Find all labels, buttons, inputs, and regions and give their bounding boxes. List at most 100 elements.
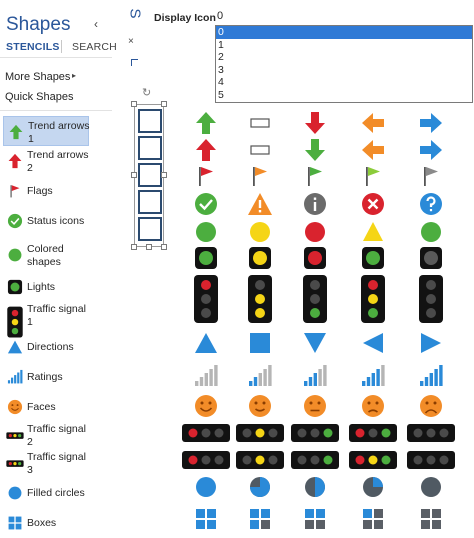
stencil-item[interactable]: Status icons bbox=[3, 206, 89, 236]
flag-gray-icon[interactable] bbox=[417, 162, 445, 190]
stencil-item[interactable]: Trend arrows 2 bbox=[3, 146, 89, 176]
light-red-icon[interactable] bbox=[301, 244, 329, 272]
flag-orange-icon[interactable] bbox=[246, 162, 274, 190]
signal-v-red-icon[interactable] bbox=[192, 274, 220, 324]
arrow-up-red-icon[interactable] bbox=[192, 136, 220, 164]
triangle-up-blue-icon[interactable] bbox=[192, 329, 220, 357]
signal-v-yellow-icon[interactable] bbox=[246, 274, 274, 324]
status-help-blue-icon[interactable] bbox=[417, 190, 445, 218]
flag-green-icon[interactable] bbox=[301, 162, 329, 190]
selected-shape-stack[interactable] bbox=[134, 104, 164, 247]
resize-handle[interactable] bbox=[131, 244, 137, 250]
boxes-0-icon[interactable] bbox=[417, 505, 445, 533]
face-upset-icon[interactable] bbox=[417, 392, 445, 420]
ratings-3-icon[interactable] bbox=[359, 362, 387, 390]
triangle-down-blue-icon[interactable] bbox=[301, 329, 329, 357]
resize-handle[interactable] bbox=[146, 244, 152, 250]
arrow-down-green-icon[interactable] bbox=[301, 136, 329, 164]
stencil-item[interactable]: Lights bbox=[3, 272, 89, 302]
stencil-item[interactable]: Traffic signal 2 bbox=[3, 420, 89, 450]
dropdown-option[interactable]: 4 bbox=[216, 76, 472, 89]
resize-handle[interactable] bbox=[131, 172, 137, 178]
light-yellow-icon[interactable] bbox=[246, 244, 274, 272]
quick-shapes-link[interactable]: Quick Shapes bbox=[5, 91, 73, 103]
stencil-item[interactable]: Ratings bbox=[3, 362, 89, 392]
light-gray-icon[interactable] bbox=[417, 244, 445, 272]
circle-yellow-icon[interactable] bbox=[246, 218, 274, 246]
signal-h-red-icon[interactable] bbox=[181, 450, 231, 470]
tab-stencils[interactable]: STENCILS bbox=[6, 41, 60, 53]
pie-100-icon[interactable] bbox=[192, 473, 220, 501]
resize-handle[interactable] bbox=[131, 101, 137, 107]
arrow-left-orange-icon[interactable] bbox=[359, 136, 387, 164]
dropdown-option[interactable]: 1 bbox=[216, 39, 472, 52]
close-icon[interactable]: × bbox=[128, 36, 134, 47]
ratings-1-icon[interactable] bbox=[246, 362, 274, 390]
boxes-1-icon[interactable] bbox=[359, 505, 387, 533]
arrow-right-blue-icon[interactable] bbox=[417, 109, 445, 137]
arrow-left-orange-icon[interactable] bbox=[359, 109, 387, 137]
flag-lightgreen-icon[interactable] bbox=[359, 162, 387, 190]
face-neutral-icon[interactable] bbox=[301, 392, 329, 420]
signal-v-ryg-icon[interactable] bbox=[359, 274, 387, 324]
stencil-item[interactable]: Directions bbox=[3, 332, 89, 362]
resize-handle[interactable] bbox=[161, 244, 167, 250]
stencil-item[interactable]: Flags bbox=[3, 176, 89, 206]
rect-outline-icon[interactable] bbox=[246, 136, 274, 164]
display-icon-value[interactable]: 0 bbox=[217, 10, 223, 22]
dropdown-option[interactable]: 0 bbox=[216, 26, 472, 39]
pie-75-icon[interactable] bbox=[246, 473, 274, 501]
square-blue-icon[interactable] bbox=[246, 329, 274, 357]
status-check-green-icon[interactable] bbox=[192, 190, 220, 218]
signal-h-off-icon[interactable] bbox=[406, 423, 456, 443]
stencil-item[interactable]: Traffic signal 1 bbox=[3, 300, 89, 338]
flag-red-icon[interactable] bbox=[192, 162, 220, 190]
dropdown-option[interactable]: 3 bbox=[216, 64, 472, 77]
triangle-yellow-icon[interactable] bbox=[359, 218, 387, 246]
display-icon-dropdown[interactable]: 012345 bbox=[215, 25, 473, 103]
signal-h-red-icon[interactable] bbox=[181, 423, 231, 443]
signal-h-green-icon[interactable] bbox=[290, 450, 340, 470]
tab-search[interactable]: SEARCH bbox=[72, 41, 117, 53]
rect-outline-icon[interactable] bbox=[246, 109, 274, 137]
light-green-icon[interactable] bbox=[192, 244, 220, 272]
dropdown-option[interactable]: 5 bbox=[216, 89, 472, 102]
resize-handle[interactable] bbox=[161, 101, 167, 107]
signal-v-off-icon[interactable] bbox=[417, 274, 445, 324]
boxes-3-icon[interactable] bbox=[246, 505, 274, 533]
stencil-item[interactable]: Boxes bbox=[3, 508, 89, 538]
triangle-left-blue-icon[interactable] bbox=[359, 329, 387, 357]
boxes-2-icon[interactable] bbox=[301, 505, 329, 533]
dropdown-option[interactable]: 2 bbox=[216, 51, 472, 64]
shapes-strip-icon[interactable]: S bbox=[127, 8, 144, 18]
pie-25-icon[interactable] bbox=[359, 473, 387, 501]
more-shapes-menu[interactable]: More Shapes bbox=[5, 71, 70, 83]
pie-50-icon[interactable] bbox=[301, 473, 329, 501]
signal-h-rg-icon[interactable] bbox=[348, 423, 398, 443]
ratings-0-icon[interactable] bbox=[192, 362, 220, 390]
stencil-item[interactable]: Trend arrows 1 bbox=[3, 116, 89, 146]
status-info-gray-icon[interactable] bbox=[301, 190, 329, 218]
light-green-icon[interactable] bbox=[359, 244, 387, 272]
circle-red-icon[interactable] bbox=[301, 218, 329, 246]
signal-h-ryg-icon[interactable] bbox=[348, 450, 398, 470]
signal-v-green-icon[interactable] bbox=[301, 274, 329, 324]
pie-0-icon[interactable] bbox=[417, 473, 445, 501]
rotate-handle-icon[interactable]: ↻ bbox=[142, 86, 151, 99]
signal-h-off-icon[interactable] bbox=[406, 450, 456, 470]
face-sad-icon[interactable] bbox=[359, 392, 387, 420]
status-error-red-icon[interactable] bbox=[359, 190, 387, 218]
signal-h-yellow-icon[interactable] bbox=[235, 450, 285, 470]
bracket-icon[interactable] bbox=[131, 59, 138, 66]
ratings-4-icon[interactable] bbox=[417, 362, 445, 390]
face-smile-icon[interactable] bbox=[246, 392, 274, 420]
arrow-up-green-icon[interactable] bbox=[192, 109, 220, 137]
circle-green-icon[interactable] bbox=[192, 218, 220, 246]
collapse-pane-icon[interactable]: ‹ bbox=[94, 17, 98, 31]
arrow-right-blue-icon[interactable] bbox=[417, 136, 445, 164]
circle-green-icon[interactable] bbox=[417, 218, 445, 246]
triangle-right-blue-icon[interactable] bbox=[417, 329, 445, 357]
status-warning-orange-icon[interactable] bbox=[246, 190, 274, 218]
boxes-4-icon[interactable] bbox=[192, 505, 220, 533]
arrow-down-red-icon[interactable] bbox=[301, 109, 329, 137]
